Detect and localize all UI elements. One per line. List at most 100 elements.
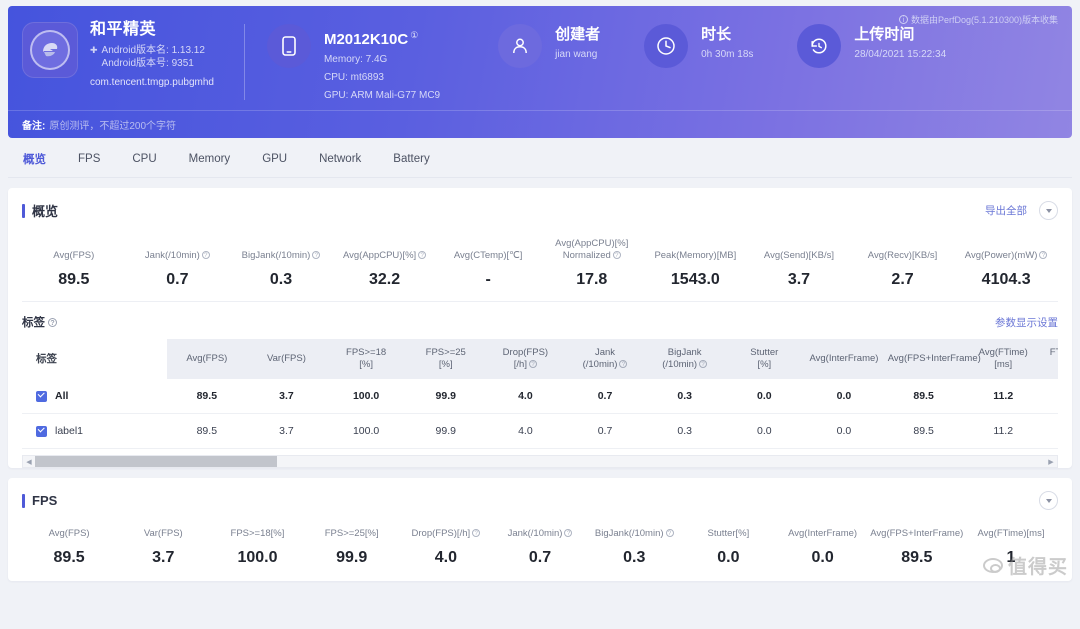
metric-bigjank10min: BigJank(/10min)? 0.3 bbox=[229, 250, 333, 289]
label-table-section: 标签 ? 参数显示设置 标签 Avg(FPS) Var(FPS) FPS>=18 [%… bbox=[8, 302, 1072, 449]
metric-label: Avg(CTemp)[℃] bbox=[453, 250, 523, 261]
col-header-jank10min: Jank (/10min)? bbox=[565, 339, 645, 379]
metric-tabs[interactable]: 概览 FPS CPU Memory GPU Network Battery bbox=[8, 140, 1072, 178]
row-checkbox[interactable] bbox=[36, 390, 47, 402]
header-divider bbox=[243, 24, 245, 100]
help-icon[interactable]: ? bbox=[528, 360, 537, 368]
helmet-glyph bbox=[43, 43, 58, 57]
row-checkbox[interactable] bbox=[36, 425, 47, 437]
device-memory: Memory: 7.4G bbox=[323, 54, 388, 65]
tab-FPS[interactable]: FPS bbox=[77, 150, 101, 168]
metric-dropfpsh: Drop(FPS)[/h]? 4.0 bbox=[399, 528, 493, 567]
metric-peakmemorymb: Peak(Memory)[MB] 1543.0 bbox=[644, 250, 748, 289]
metric-value: 3.7 bbox=[152, 549, 175, 566]
table-cell: 99.9 bbox=[405, 379, 486, 414]
table-cell: 4.0 bbox=[485, 379, 566, 414]
upload-value: 28/04/2021 15:22:34 bbox=[854, 49, 947, 60]
info-circle-icon: i bbox=[898, 15, 908, 24]
param-display-settings-button[interactable]: 参数显示设置 bbox=[995, 315, 1058, 330]
metric-label: Jank(/10min)? bbox=[493, 528, 587, 540]
metric-value: 89.5 bbox=[901, 549, 933, 566]
table-cell: 4.0 bbox=[485, 413, 566, 449]
help-icon[interactable]: ? bbox=[48, 317, 57, 327]
table-row[interactable]: All 89.5 3.7 100.0 99.9 4.0 0.7 0.3 0.0 0.0 89.5 11… bbox=[22, 379, 1058, 414]
app-icon-pubg bbox=[22, 22, 78, 78]
upload-info-block: 上传时间 28/04/2021 15:22:34 bbox=[797, 20, 946, 68]
overview-collapse-button[interactable] bbox=[1039, 201, 1058, 220]
export-all-button[interactable]: 导出全部 bbox=[985, 203, 1027, 218]
table-row[interactable]: label1 89.5 3.7 100.0 99.9 4.0 0.7 0.3 0.0 0.0 89.… bbox=[22, 413, 1058, 449]
table-cell: 0.0 bbox=[804, 413, 884, 449]
help-icon[interactable]: ? bbox=[1039, 251, 1048, 259]
metric-label: Avg(AppCPU)[%] Normalized? bbox=[555, 238, 629, 261]
metric-value: 4104.3 bbox=[981, 271, 1031, 288]
help-icon[interactable]: ? bbox=[619, 360, 628, 368]
metric-label: Avg(Send)[KB/s] bbox=[763, 250, 834, 261]
row-label: All bbox=[55, 390, 69, 402]
table-header-row: 标签 Avg(FPS) Var(FPS) FPS>=18 [%] FPS>=25 [%]… bbox=[22, 339, 1058, 379]
metric-label: Peak(Memory)[MB] bbox=[654, 250, 737, 261]
metric-fps>=18%: FPS>=18[%] 100.0 bbox=[210, 528, 304, 567]
table-cell: 0.0 bbox=[1043, 413, 1058, 449]
metric-value: 2.7 bbox=[891, 271, 914, 288]
session-header: i 数据由PerfDog(5.1.210300)版本收集 和平精英 ✚ Andro… bbox=[8, 6, 1072, 138]
collect-source-note: i 数据由PerfDog(5.1.210300)版本收集 bbox=[898, 13, 1058, 26]
metric-label: Stutter[%] bbox=[707, 528, 750, 539]
device-model: M2012K10C ① bbox=[323, 30, 419, 48]
metric-avgsendkbs: Avg(Send)[KB/s] 3.7 bbox=[747, 250, 851, 289]
table-cell: 89.5 bbox=[167, 379, 247, 414]
scroll-left-arrow[interactable]: ◀ bbox=[23, 458, 35, 466]
table-cell: 0.3 bbox=[644, 413, 725, 449]
table-cell: 0.0 bbox=[1043, 379, 1058, 414]
user-icon bbox=[498, 24, 543, 68]
app-icon-emblem bbox=[30, 30, 70, 70]
metric-value: 0.7 bbox=[166, 271, 189, 288]
device-info-sup: ① bbox=[410, 30, 419, 40]
remark-field[interactable]: 备注: 原创测评，不超过200个字符 bbox=[8, 110, 1072, 138]
row-label-cell: All bbox=[22, 379, 167, 414]
scrollbar-track[interactable] bbox=[35, 456, 1045, 467]
upload-text: 上传时间 28/04/2021 15:22:34 bbox=[854, 20, 946, 62]
metric-label: BigJank(/10min)? bbox=[229, 250, 333, 262]
app-version-name-row: ✚ Android版本名: 1.13.12 Android版本号: 9351 bbox=[90, 44, 214, 70]
scrollbar-thumb[interactable] bbox=[35, 456, 278, 467]
horizontal-scrollbar[interactable]: ◀ ▶ bbox=[22, 455, 1058, 468]
help-icon[interactable]: ? bbox=[612, 251, 621, 259]
table-cell: 89.5 bbox=[883, 413, 964, 449]
tab-Memory[interactable]: Memory bbox=[188, 150, 232, 168]
metric-fps>=25%: FPS>=25[%] 99.9 bbox=[305, 528, 399, 567]
scroll-right-arrow[interactable]: ▶ bbox=[1045, 458, 1057, 466]
tab-Network[interactable]: Network bbox=[318, 150, 362, 168]
table-cell: 89.5 bbox=[167, 413, 247, 449]
metric-value: 0.3 bbox=[269, 271, 293, 288]
help-icon[interactable]: ? bbox=[312, 251, 321, 259]
fps-metric-strip: Avg(FPS) 89.5 Var(FPS) 3.7 FPS>=18[%] 100.0 FP… bbox=[22, 510, 1058, 581]
help-icon[interactable]: ? bbox=[699, 360, 708, 368]
help-icon[interactable]: ? bbox=[564, 529, 573, 537]
label-table: 标签 Avg(FPS) Var(FPS) FPS>=18 [%] FPS>=25 [%]… bbox=[22, 339, 1058, 449]
help-icon[interactable]: ? bbox=[418, 251, 427, 259]
chevron-down-icon bbox=[1045, 499, 1052, 503]
duration-value: 0h 30m 18s bbox=[701, 49, 754, 60]
fps-collapse-button[interactable] bbox=[1039, 491, 1058, 510]
overview-card: 概览 导出全部 Avg(FPS) 89.5 Jank(/10min)? 0.7 BigJ… bbox=[8, 188, 1072, 468]
metric-value: 1 bbox=[1006, 549, 1016, 566]
tab-GPU[interactable]: GPU bbox=[261, 150, 288, 168]
col-header-stutter%: Stutter [%] bbox=[724, 339, 805, 379]
metric-label: Avg(FTime)[ms] bbox=[977, 528, 1045, 539]
label-table-scroll-area[interactable]: 标签 Avg(FPS) Var(FPS) FPS>=18 [%] FPS>=25 [%]… bbox=[22, 339, 1058, 449]
help-icon[interactable]: ? bbox=[472, 529, 481, 537]
tab-Battery[interactable]: Battery bbox=[392, 150, 430, 168]
metric-value: 100.0 bbox=[237, 549, 278, 566]
metric-value: 89.5 bbox=[58, 271, 90, 288]
row-label: label1 bbox=[55, 425, 84, 437]
creator-label: 创建者 bbox=[555, 26, 601, 43]
help-icon[interactable]: ? bbox=[665, 529, 674, 537]
metric-avgfps: Avg(FPS) 89.5 bbox=[22, 250, 126, 289]
table-cell: 0.0 bbox=[724, 379, 805, 414]
tab-概览[interactable]: 概览 bbox=[22, 148, 47, 170]
tab-CPU[interactable]: CPU bbox=[131, 150, 157, 168]
help-icon[interactable]: ? bbox=[201, 251, 210, 259]
col-header-ftime>=100ms%: FTime>=100ms [%] bbox=[1043, 339, 1058, 379]
metric-avgftimems: Avg(FTime)[ms] 1 bbox=[964, 528, 1058, 567]
